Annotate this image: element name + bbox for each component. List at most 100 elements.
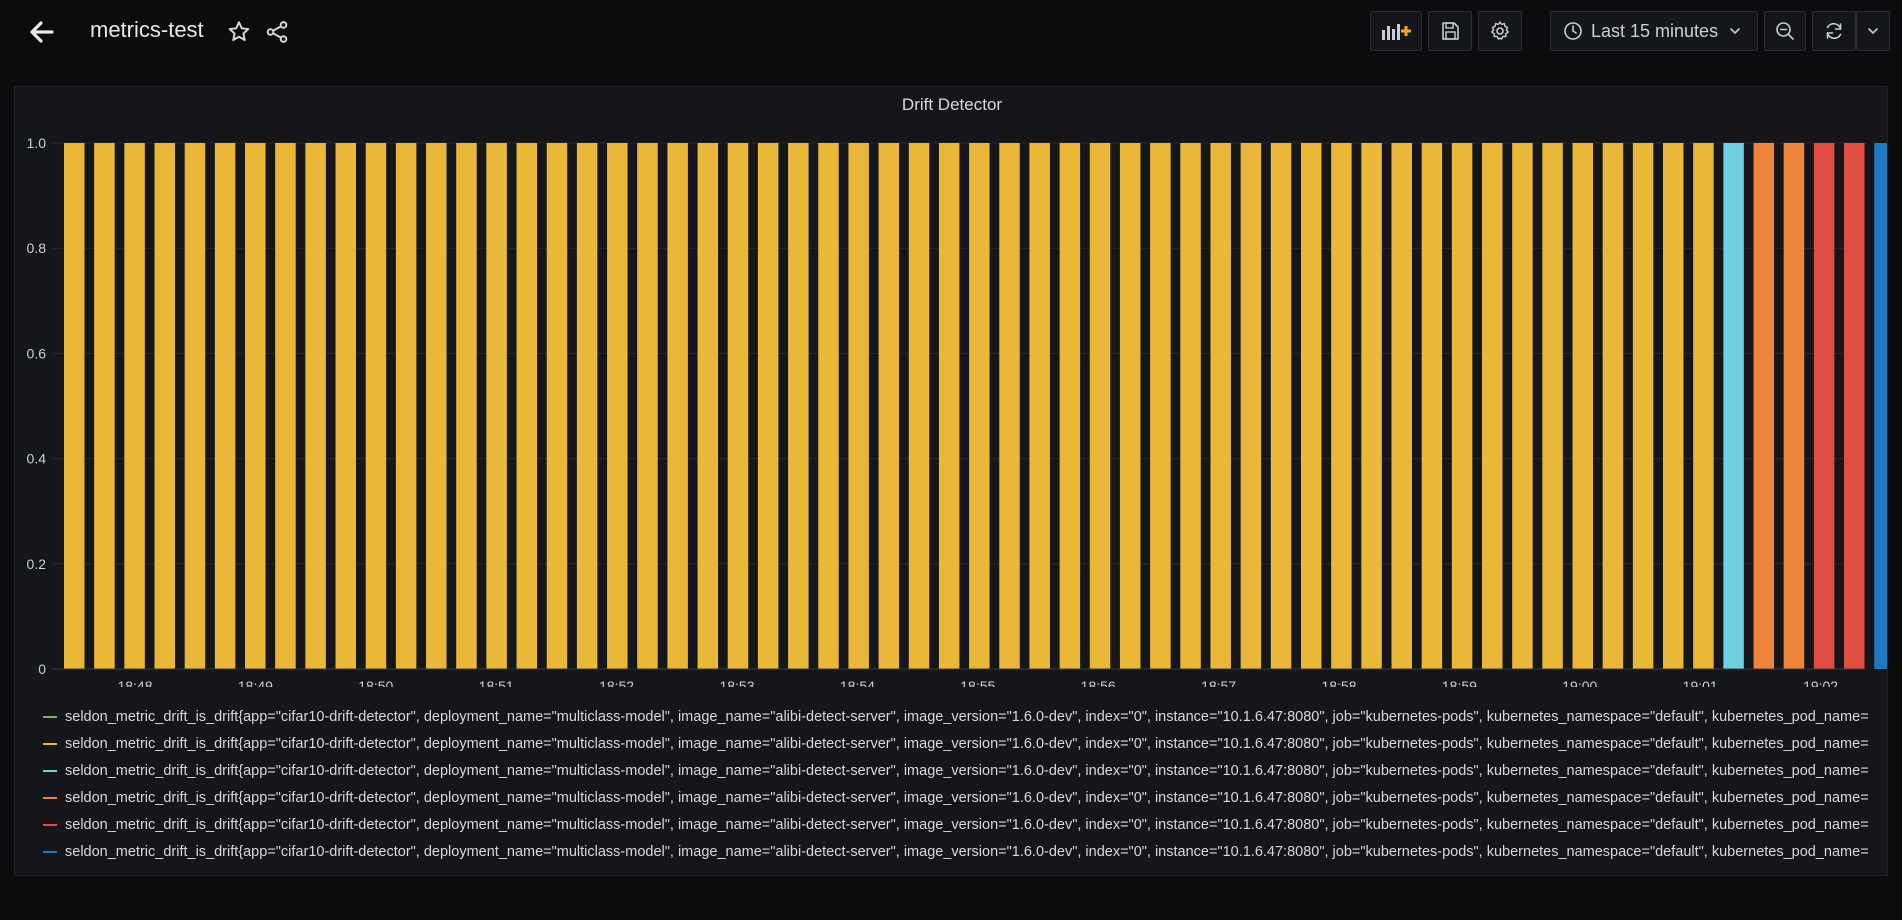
share-button[interactable] [264, 19, 290, 45]
chart-bar[interactable] [214, 143, 236, 669]
chart-bar[interactable] [64, 143, 85, 669]
y-tick-label: 0.6 [27, 345, 47, 361]
chart-bar[interactable] [546, 143, 568, 669]
chart-bar[interactable] [184, 143, 206, 669]
chart-bar[interactable] [1361, 143, 1382, 669]
chart-bar[interactable] [576, 143, 598, 669]
chart-bar[interactable] [788, 143, 809, 669]
x-tick-label: 18:56 [1081, 678, 1116, 687]
chart-bar[interactable] [1180, 143, 1201, 669]
chart-bar[interactable] [486, 143, 507, 669]
chart-bar[interactable] [305, 143, 326, 669]
chart-bar[interactable] [908, 143, 930, 669]
chart-bar[interactable] [1753, 143, 1775, 669]
legend-swatch [43, 742, 57, 745]
chart-bar[interactable] [969, 143, 990, 669]
chart-bar[interactable] [1481, 143, 1503, 669]
legend-item[interactable]: seldon_metric_drift_is_drift{app="cifar1… [43, 703, 1883, 730]
add-panel-button[interactable] [1370, 11, 1422, 51]
chart-bar[interactable] [1270, 143, 1292, 669]
legend-label: seldon_metric_drift_is_drift{app="cifar1… [65, 708, 1869, 725]
legend-swatch [43, 796, 57, 799]
chart-bar[interactable] [275, 143, 296, 669]
chart-bar[interactable] [1119, 143, 1141, 669]
chart-bar[interactable] [1723, 143, 1744, 669]
y-tick-label: 0.4 [27, 451, 47, 467]
graph-panel: Drift Detector 0 0.2 0.4 0.6 0.8 1.0 18:48 18:4… [14, 86, 1888, 876]
chart-bar[interactable] [94, 143, 115, 669]
chevron-down-icon [1868, 28, 1878, 35]
chart-bar[interactable] [1632, 143, 1654, 669]
chart-bar[interactable] [1421, 143, 1443, 669]
chart-bar[interactable] [999, 143, 1020, 669]
chart-bar[interactable] [1572, 143, 1594, 669]
chart-bar[interactable] [1783, 143, 1805, 669]
chart-bar[interactable] [1089, 143, 1111, 669]
legend-item[interactable]: seldon_metric_drift_is_drift{app="cifar1… [43, 730, 1883, 757]
chart-bar[interactable] [1391, 143, 1412, 669]
star-icon [228, 21, 250, 41]
legend-swatch [43, 715, 57, 718]
x-tick-label: 18:59 [1442, 678, 1477, 687]
chart-bar[interactable] [1602, 143, 1624, 669]
chart-bar[interactable] [938, 143, 960, 669]
back-button[interactable] [24, 14, 60, 50]
x-tick-label: 18:57 [1201, 678, 1236, 687]
dashboard-settings-button[interactable] [1478, 11, 1522, 51]
dashboard-title[interactable]: metrics-test [90, 17, 204, 43]
chart-bar[interactable] [124, 143, 145, 669]
chart-bar[interactable] [154, 143, 176, 669]
add-panel-icon [1382, 24, 1411, 40]
chart-bar[interactable] [878, 143, 900, 669]
chart-bar[interactable] [1663, 143, 1684, 669]
chart-bar[interactable] [1300, 143, 1322, 669]
refresh-button[interactable] [1812, 11, 1856, 51]
chart-bar[interactable] [1512, 143, 1533, 669]
chart-bar[interactable] [667, 143, 688, 669]
chart-bar[interactable] [637, 143, 658, 669]
legend-label: seldon_metric_drift_is_drift{app="cifar1… [65, 843, 1869, 860]
chart-bar[interactable] [1240, 143, 1262, 669]
chart-bar[interactable] [365, 143, 387, 669]
y-tick-label: 0.2 [27, 556, 47, 572]
chart-bar[interactable] [335, 143, 357, 669]
clock-icon [1564, 22, 1582, 40]
save-dashboard-button[interactable] [1428, 11, 1472, 51]
chart-bar[interactable] [727, 143, 749, 669]
x-tick-label: 19:00 [1562, 678, 1597, 687]
star-button[interactable] [226, 19, 252, 45]
chart-bar[interactable] [1331, 143, 1352, 669]
chart-bar[interactable] [848, 143, 869, 669]
chart-bar[interactable] [1029, 143, 1050, 669]
legend-item[interactable]: seldon_metric_drift_is_drift{app="cifar1… [43, 811, 1883, 838]
chart-bar[interactable] [818, 143, 839, 669]
chart-bar[interactable] [1451, 143, 1473, 669]
chart-bar[interactable] [757, 143, 779, 669]
bar-chart[interactable]: 0 0.2 0.4 0.6 0.8 1.0 18:48 18:49 18:50 18:51 18:5… [15, 87, 1887, 687]
chart-bar[interactable] [426, 143, 447, 669]
chart-bar[interactable] [1874, 143, 1887, 669]
chart-bar[interactable] [516, 143, 538, 669]
chart-bar[interactable] [1542, 143, 1563, 669]
save-icon [1442, 22, 1459, 40]
chart-bar[interactable] [1844, 143, 1865, 669]
refresh-interval-dropdown[interactable] [1856, 11, 1890, 51]
legend-item[interactable]: seldon_metric_drift_is_drift{app="cifar1… [43, 784, 1883, 811]
chart-bar[interactable] [245, 143, 266, 669]
x-tick-label: 18:52 [599, 678, 634, 687]
legend-label: seldon_metric_drift_is_drift{app="cifar1… [65, 735, 1869, 752]
chart-bar[interactable] [456, 143, 477, 669]
chart-bar[interactable] [697, 143, 719, 669]
chart-bar[interactable] [1693, 143, 1714, 669]
legend-swatch [43, 823, 57, 826]
time-range-picker[interactable]: Last 15 minutes [1550, 11, 1758, 51]
chart-bar[interactable] [1813, 143, 1835, 669]
legend-item[interactable]: seldon_metric_drift_is_drift{app="cifar1… [43, 838, 1883, 865]
chart-bar[interactable] [1059, 143, 1081, 669]
zoom-out-button[interactable] [1764, 11, 1806, 51]
legend-item[interactable]: seldon_metric_drift_is_drift{app="cifar1… [43, 757, 1883, 784]
chart-bar[interactable] [395, 143, 417, 669]
chart-bar[interactable] [607, 143, 628, 669]
chart-bar[interactable] [1210, 143, 1231, 669]
chart-bar[interactable] [1150, 143, 1171, 669]
